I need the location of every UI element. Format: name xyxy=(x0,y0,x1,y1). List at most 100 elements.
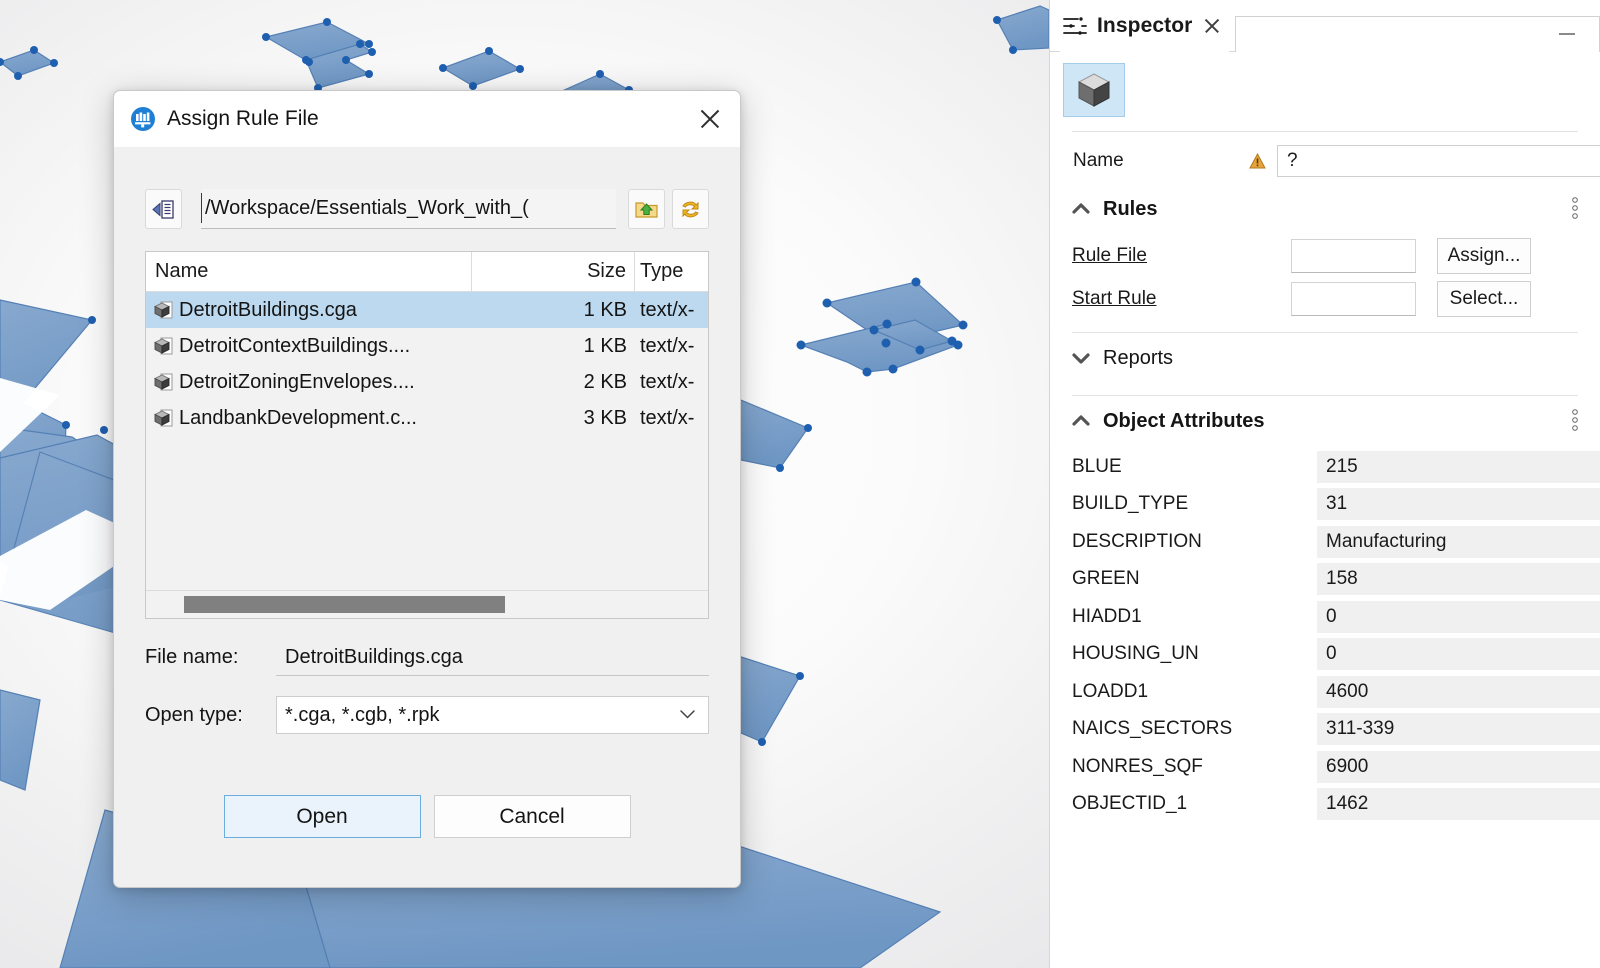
chevron-up-icon[interactable] xyxy=(1070,198,1092,220)
object-attribute-row: NONRES_SQF6900 xyxy=(1072,748,1600,786)
chevron-up-icon[interactable] xyxy=(1070,410,1092,432)
attribute-value[interactable]: 158 xyxy=(1317,563,1600,595)
file-list-rows: DetroitBuildings.cga1 KBtext/x-DetroitCo… xyxy=(146,292,708,590)
file-row-type: text/x- xyxy=(635,371,708,394)
attribute-key: GREEN xyxy=(1072,568,1317,590)
attribute-value[interactable]: 6900 xyxy=(1317,751,1600,783)
close-icon[interactable] xyxy=(696,105,724,133)
cancel-button[interactable]: Cancel xyxy=(434,795,631,838)
kebab-menu-icon[interactable] xyxy=(1572,408,1578,434)
file-name-value: DetroitBuildings.cga xyxy=(285,646,463,669)
section-rules-title: Rules xyxy=(1103,198,1572,221)
cga-file-icon xyxy=(153,336,174,356)
section-reports-header[interactable]: Reports xyxy=(1050,333,1600,383)
file-name-input[interactable]: DetroitBuildings.cga xyxy=(276,639,709,676)
attribute-value[interactable]: 0 xyxy=(1317,638,1600,670)
start-rule-input[interactable] xyxy=(1291,282,1416,316)
section-rules-header[interactable]: Rules xyxy=(1050,184,1600,234)
chevron-down-icon xyxy=(680,710,695,719)
open-type-value: *.cga, *.cgb, *.rpk xyxy=(285,704,440,727)
open-button[interactable]: Open xyxy=(224,795,421,838)
file-name-row: File name: DetroitBuildings.cga xyxy=(145,639,709,676)
file-row-name-cell: DetroitBuildings.cga xyxy=(146,299,472,322)
rules-rows: Rule File Assign... Start Rule Select... xyxy=(1050,234,1600,320)
attribute-value[interactable]: 0 xyxy=(1317,601,1600,633)
rule-row-rule-file: Rule File Assign... xyxy=(1072,234,1600,277)
open-type-label: Open type: xyxy=(145,704,276,727)
file-row-name-cell: DetroitContextBuildings.... xyxy=(146,335,472,358)
attribute-key: LOADD1 xyxy=(1072,681,1317,703)
section-object-attributes-header[interactable]: Object Attributes xyxy=(1050,396,1600,446)
object-attribute-row: DESCRIPTIONManufacturing xyxy=(1072,523,1600,561)
attribute-key: HIADD1 xyxy=(1072,606,1317,628)
file-name-label: File name: xyxy=(145,646,276,669)
object-attribute-row: OBJECTID_11462 xyxy=(1072,786,1600,824)
inspector-panel: Inspector Name xyxy=(1049,0,1600,968)
select-button[interactable]: Select... xyxy=(1437,281,1531,317)
inspector-divider xyxy=(1072,131,1578,132)
close-icon[interactable] xyxy=(1201,15,1223,37)
path-value: /Workspace/Essentials_Work_with_( xyxy=(202,197,529,220)
attribute-key: BLUE xyxy=(1072,456,1317,478)
chevron-down-icon[interactable] xyxy=(1070,347,1092,369)
parent-folder-button[interactable] xyxy=(628,189,665,229)
navigate-back-button[interactable] xyxy=(145,189,182,229)
name-field[interactable]: ? xyxy=(1277,145,1600,177)
dialog-body: /Workspace/Essentials_Work_with_( xyxy=(114,189,740,838)
rule-file-link[interactable]: Rule File xyxy=(1072,245,1291,267)
shape-cube-icon xyxy=(1075,71,1113,109)
horizontal-scrollbar[interactable] xyxy=(146,590,708,618)
tab-inspector[interactable]: Inspector xyxy=(1060,0,1229,52)
inspector-thumbnail-row xyxy=(1050,52,1600,117)
column-header-size[interactable]: Size xyxy=(472,252,635,291)
file-list-row[interactable]: DetroitContextBuildings....1 KBtext/x- xyxy=(146,328,708,364)
start-rule-link[interactable]: Start Rule xyxy=(1072,288,1291,310)
object-attributes-list: BLUE215BUILD_TYPE31DESCRIPTIONManufactur… xyxy=(1050,446,1600,823)
file-list-row[interactable]: LandbankDevelopment.c... 3 KBtext/x- xyxy=(146,400,708,436)
name-row: Name ? xyxy=(1050,138,1600,184)
rule-file-input[interactable] xyxy=(1291,239,1416,273)
file-row-name-cell: LandbankDevelopment.c... xyxy=(146,407,472,430)
inspector-tabbar: Inspector xyxy=(1050,0,1600,52)
object-attribute-row: HIADD10 xyxy=(1072,598,1600,636)
warning-icon xyxy=(1249,153,1266,169)
column-header-name[interactable]: Name xyxy=(146,252,472,291)
attribute-value[interactable]: Manufacturing xyxy=(1317,526,1600,558)
assign-rule-file-dialog: Assign Rule File xyxy=(113,90,741,888)
file-list-row[interactable]: DetroitZoningEnvelopes....2 KBtext/x- xyxy=(146,364,708,400)
attribute-key: NAICS_SECTORS xyxy=(1072,718,1317,740)
object-attribute-row: BUILD_TYPE31 xyxy=(1072,486,1600,524)
inspector-tab-filler xyxy=(1235,16,1600,52)
cityengine-logo-icon xyxy=(130,106,156,132)
attribute-key: NONRES_SQF xyxy=(1072,756,1317,778)
shape-thumbnail[interactable] xyxy=(1063,63,1125,117)
attribute-key: OBJECTID_1 xyxy=(1072,793,1317,815)
scrollbar-thumb[interactable] xyxy=(184,596,505,613)
file-list: Name Size Type DetroitBuildings.cga1 KBt… xyxy=(145,251,709,619)
cga-file-icon xyxy=(153,408,174,428)
file-row-type: text/x- xyxy=(635,407,708,430)
attribute-value[interactable]: 4600 xyxy=(1317,676,1600,708)
open-type-row: Open type: *.cga, *.cgb, *.rpk xyxy=(145,696,709,734)
file-list-row[interactable]: DetroitBuildings.cga1 KBtext/x- xyxy=(146,292,708,328)
file-row-type: text/x- xyxy=(635,335,708,358)
file-row-name: DetroitZoningEnvelopes.... xyxy=(179,371,415,394)
path-input[interactable]: /Workspace/Essentials_Work_with_( xyxy=(201,189,616,229)
file-row-size: 3 KB xyxy=(472,407,635,430)
minimize-icon[interactable] xyxy=(1559,33,1575,35)
column-header-type[interactable]: Type xyxy=(635,252,708,291)
file-row-name-cell: DetroitZoningEnvelopes.... xyxy=(146,371,472,394)
file-row-size: 1 KB xyxy=(472,335,635,358)
file-row-name: LandbankDevelopment.c... xyxy=(179,407,417,430)
attribute-value[interactable]: 311-339 xyxy=(1317,713,1600,745)
refresh-button[interactable] xyxy=(672,189,709,229)
attribute-value[interactable]: 31 xyxy=(1317,488,1600,520)
assign-button[interactable]: Assign... xyxy=(1437,238,1531,274)
attribute-value[interactable]: 215 xyxy=(1317,451,1600,483)
object-attribute-row: HOUSING_UN0 xyxy=(1072,636,1600,674)
kebab-menu-icon[interactable] xyxy=(1572,196,1578,222)
object-attribute-row: LOADD14600 xyxy=(1072,673,1600,711)
attribute-value[interactable]: 1462 xyxy=(1317,788,1600,820)
open-type-select[interactable]: *.cga, *.cgb, *.rpk xyxy=(276,696,709,734)
refresh-icon xyxy=(679,198,702,221)
